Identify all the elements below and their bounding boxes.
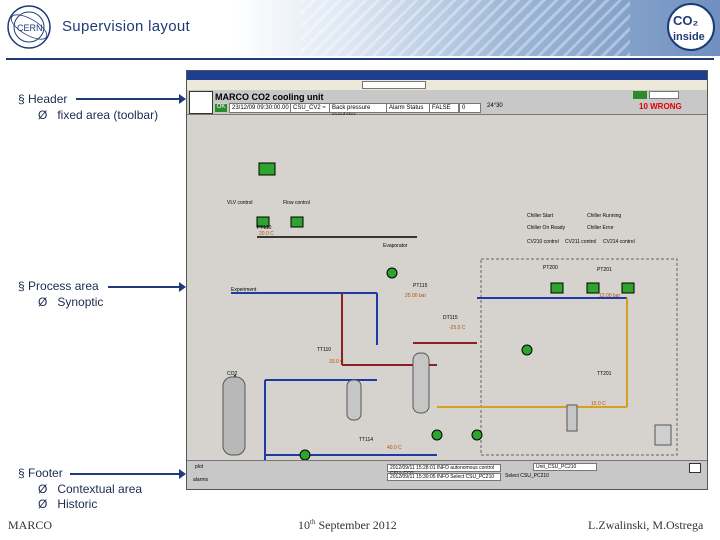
app-title: MARCO CO2 cooling unit xyxy=(215,92,324,102)
footer-left: MARCO xyxy=(8,518,53,532)
alarm-status-field: Alarm Status xyxy=(386,103,430,113)
window-titlebar xyxy=(187,71,707,80)
label-temp2: 33.0 C xyxy=(329,359,344,365)
svg-text:CO₂: CO₂ xyxy=(673,13,699,28)
temperature-readout: 24°30 xyxy=(487,103,503,109)
sub-bullet-contextual: Ø Contextual area xyxy=(38,482,143,496)
footer-log-1: 2012/09/11 15:28:01 INFO autonomous cont… xyxy=(387,464,501,477)
synoptic-diagram xyxy=(222,162,678,460)
label-chiller-running: Chiller Running xyxy=(587,213,622,219)
co2-inside-logo: CO₂ inside xyxy=(667,3,715,51)
footer-authors: L.Zwalinski, M.Ostrega xyxy=(588,518,704,532)
valve-c xyxy=(258,162,276,176)
accumulator xyxy=(346,379,362,421)
footer-select-text: Select CSU_PC210 xyxy=(505,473,549,479)
arrow-to-process xyxy=(108,282,186,292)
label-tt114: TT114 xyxy=(359,437,374,443)
pump-e xyxy=(299,449,311,460)
valve-f xyxy=(621,282,635,294)
label-pt115: PT115 xyxy=(413,283,428,289)
sub-bullet-historic: Ø Historic xyxy=(38,497,98,511)
label-tt110: TT110 xyxy=(317,347,332,353)
header-rule xyxy=(6,58,714,60)
regulator-field: Back pressure regulator xyxy=(329,103,387,119)
label-chiller-error: Chiller Error xyxy=(587,225,614,231)
svg-text:inside: inside xyxy=(673,31,705,43)
contextual-footer: plot alarms 2012/09/11 15:28:01 INFO aut… xyxy=(187,460,707,489)
label-temp3: -25.0 C xyxy=(449,325,466,331)
false-field: FALSE xyxy=(429,103,459,113)
arrow-to-footer xyxy=(70,469,186,479)
valve-e xyxy=(586,282,600,294)
label-temp5: 40.0 C xyxy=(387,445,402,451)
label-cv211: CV211 control xyxy=(565,239,597,245)
storage-vessel xyxy=(412,352,430,414)
chiller-enclosure xyxy=(480,258,678,456)
bullet-header: § Header xyxy=(18,92,68,106)
label-chiller-on-ready: Chiller On Ready xyxy=(527,225,566,231)
label-temp1: 20.0 C xyxy=(259,231,274,237)
browser-toolbar xyxy=(187,80,707,90)
ok-button[interactable]: OK xyxy=(215,104,227,112)
sub-bullet-toolbar: Ø fixed area (toolbar) xyxy=(38,108,159,122)
label-press2: 12.00 bar xyxy=(599,293,621,299)
toolbar-region: MARCO CO2 cooling unit OK 23/12/09 09:30… xyxy=(187,90,707,119)
unit-field: CSU_CV2 ≈ xyxy=(290,103,330,113)
label-flow-control: Flow control xyxy=(283,200,310,206)
footer-log-2: 2012/09/11 15:30:05 INFO Select CSU_PC21… xyxy=(387,473,501,481)
footer-date: 10th September 2012 xyxy=(298,518,397,532)
footer-alarms-tab[interactable]: alarms xyxy=(193,477,208,483)
co2-cylinder xyxy=(222,376,246,456)
label-cv214: CV214 control xyxy=(603,239,635,245)
label-tt201: TT201 xyxy=(597,371,612,377)
label-co2: CO2 xyxy=(227,371,238,377)
cern-logo: CERN xyxy=(7,5,51,49)
indicator-green xyxy=(633,91,647,99)
app-logo xyxy=(189,91,213,114)
label-dt115: DT115 xyxy=(443,315,458,321)
label-pt110: PT110 xyxy=(257,225,272,231)
pump-a xyxy=(386,267,398,279)
sub-bullet-synoptic: Ø Synoptic xyxy=(38,295,104,309)
footer-plot-tab[interactable]: plot xyxy=(195,464,203,470)
label-chiller-start: Chiller Start xyxy=(527,213,554,219)
label-cv210: CV210 control xyxy=(527,239,559,245)
tank-small xyxy=(654,424,672,446)
pump-d xyxy=(521,344,533,356)
address-field[interactable] xyxy=(362,81,426,89)
alarm-readout: 10 WRONG xyxy=(639,102,682,111)
label-evaporator: Evaporator xyxy=(383,243,408,249)
label-press1: 25.00 bar xyxy=(405,293,427,299)
label-pt200: PT200 xyxy=(543,265,558,271)
slide-title: Supervision layout xyxy=(62,18,190,35)
date-field: 23/12/09 09:30:00.00 xyxy=(229,103,291,113)
label-experiment: Experiment xyxy=(231,287,257,293)
user-field[interactable] xyxy=(649,91,679,99)
process-synoptic: VLV control Flow control Chiller Start C… xyxy=(187,115,707,460)
pump-b xyxy=(431,429,443,441)
pump-c xyxy=(471,429,483,441)
label-temp4: 15.0 C xyxy=(591,401,606,407)
heat-exchanger xyxy=(566,404,578,432)
arrow-to-header xyxy=(76,94,186,104)
label-vlv-control: VLV control xyxy=(227,200,253,206)
valve-b xyxy=(290,216,304,228)
bullet-process: § Process area xyxy=(18,279,99,293)
svg-text:CERN: CERN xyxy=(17,23,43,33)
bullet-footer: § Footer xyxy=(18,466,63,480)
label-pt201: PT201 xyxy=(597,267,612,273)
footer-unit-field: Unit_CSU_PC210 xyxy=(533,463,597,471)
valve-d xyxy=(550,282,564,294)
supervision-screenshot: MARCO CO2 cooling unit OK 23/12/09 09:30… xyxy=(186,70,708,490)
footer-close-button[interactable] xyxy=(689,463,701,473)
count-field: 0 xyxy=(459,103,481,113)
